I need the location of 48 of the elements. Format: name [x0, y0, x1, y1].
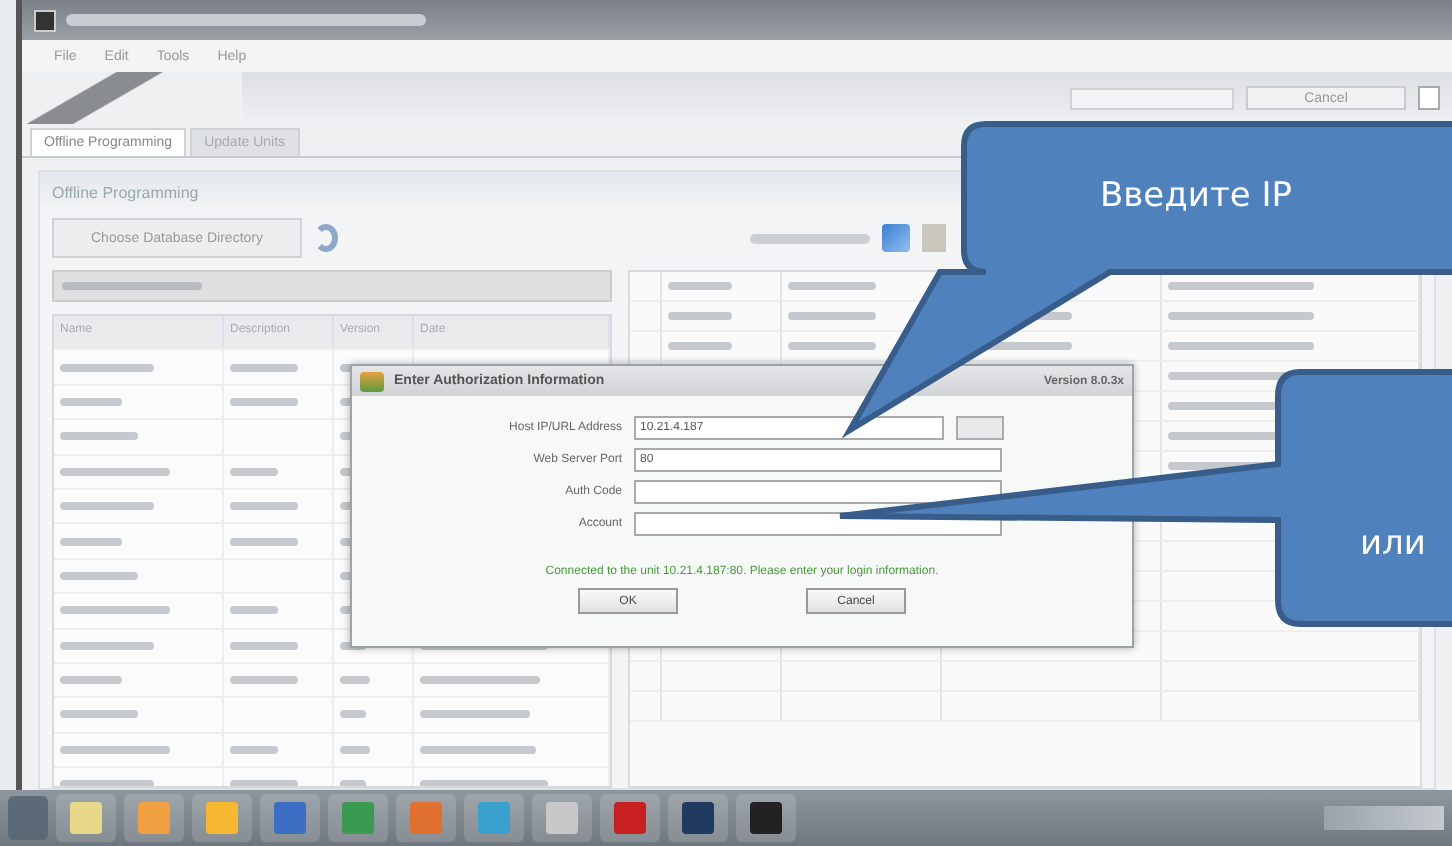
blurred-text: [230, 606, 278, 615]
blurred-text: [420, 676, 541, 685]
blurred-text: [60, 432, 138, 441]
blurred-text: [60, 502, 154, 511]
blurred-text: [60, 641, 154, 650]
blurred-text: [788, 282, 876, 290]
blurred-text: [788, 312, 876, 320]
blurred-text: [230, 363, 298, 372]
blurred-text: [668, 342, 732, 350]
blurred-text: [230, 537, 298, 546]
blurred-text: [60, 606, 170, 615]
blurred-text: [230, 467, 278, 476]
blurred-text: [230, 745, 278, 754]
blurred-text: [60, 571, 138, 580]
blurred-text: [230, 676, 298, 685]
blurred-text: [60, 537, 123, 546]
blurred-text: [230, 397, 298, 406]
blurred-label: [750, 233, 870, 243]
blurred-text: [60, 745, 170, 754]
folder-icon: [360, 371, 384, 391]
blurred-path: [62, 282, 202, 290]
blurred-text: [420, 745, 537, 754]
blurred-text: [668, 312, 732, 320]
search-field[interactable]: [1070, 87, 1234, 109]
refresh-icon[interactable]: [314, 224, 338, 252]
blurred-text: [230, 641, 298, 650]
callout-text: или: [1360, 524, 1426, 564]
taskbar-app-icon[interactable]: [736, 794, 796, 842]
browse-button[interactable]: [956, 416, 1004, 440]
start-button[interactable]: [8, 796, 48, 840]
blurred-text: [340, 710, 366, 719]
blurred-text: [60, 710, 138, 719]
app-icon: [34, 9, 56, 31]
blurred-text: [788, 342, 876, 350]
chart-icon[interactable]: [882, 224, 910, 252]
blurred-text: [60, 676, 123, 685]
blurred-text: [340, 676, 371, 685]
blurred-text: [60, 467, 170, 476]
blurred-text: [668, 282, 732, 290]
taskbar-app-icon[interactable]: [668, 794, 728, 842]
document-icon[interactable]: [922, 224, 946, 252]
blurred-text: [340, 745, 370, 754]
blurred-text: [60, 397, 123, 406]
input-field[interactable]: [634, 480, 1002, 504]
blurred-text: [230, 502, 298, 511]
blurred-text: [60, 363, 154, 372]
blurred-text: [420, 710, 530, 719]
callout-text: Введите IP: [1100, 176, 1292, 216]
